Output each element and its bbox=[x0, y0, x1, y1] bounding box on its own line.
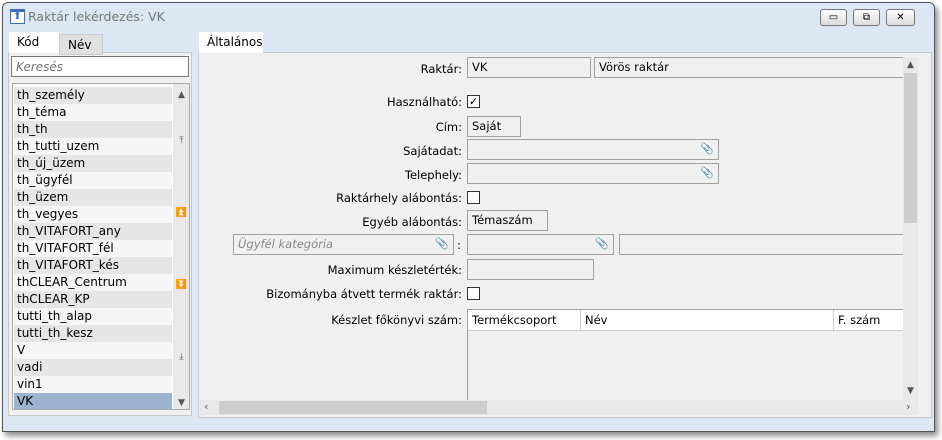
code-list: th_személy th_téma th_th th_tutti_uzem th_új… bbox=[12, 83, 190, 410]
minimize-button[interactable]: ▭ bbox=[820, 9, 847, 26]
list-item[interactable]: th_VITAFORT_any bbox=[14, 223, 172, 240]
colon: : bbox=[457, 238, 461, 252]
column-termekcsoport[interactable]: Termékcsoport bbox=[472, 313, 557, 327]
list-item[interactable]: th_ügyfél bbox=[14, 172, 172, 189]
raktarhely-label: Raktárhely alábontás: bbox=[336, 191, 462, 205]
ugyfel-code-field[interactable]: 📎 bbox=[467, 234, 614, 255]
fast-down-icon[interactable]: ⏬ bbox=[173, 280, 189, 290]
keszlet-label: Készlet főkönyvi szám: bbox=[331, 313, 462, 327]
list-item[interactable]: V bbox=[14, 342, 172, 359]
vertical-scrollbar[interactable]: ▲ ▼ bbox=[903, 57, 918, 400]
list-item[interactable]: vin1 bbox=[14, 376, 172, 393]
telephely-label: Telephely: bbox=[404, 168, 462, 182]
list-item[interactable]: vadi bbox=[14, 359, 172, 376]
list-item[interactable]: th_VITAFORT_fél bbox=[14, 240, 172, 257]
list-item[interactable]: th_téma bbox=[14, 104, 172, 121]
list-item[interactable]: th_üzem bbox=[14, 189, 172, 206]
egyeb-field[interactable]: Témaszám bbox=[467, 210, 548, 231]
list-item[interactable]: thCLEAR_Centrum bbox=[14, 274, 172, 291]
scroll-up-icon[interactable]: ▲ bbox=[173, 90, 189, 100]
sajatadat-label: Sajátadat: bbox=[403, 144, 462, 158]
search-input[interactable] bbox=[11, 56, 189, 77]
check-icon: ✓ bbox=[468, 95, 479, 108]
grid-header: Termékcsoport Név F. szám bbox=[468, 310, 903, 331]
raktar-name-field[interactable]: Vörös raktár bbox=[594, 57, 904, 78]
horizontal-scrollbar[interactable]: ‹ › bbox=[200, 400, 918, 415]
tab-nev[interactable]: Név bbox=[59, 34, 103, 55]
sajatadat-field[interactable]: 📎 bbox=[467, 139, 719, 160]
close-button[interactable]: ✕ bbox=[886, 9, 915, 26]
max-field[interactable] bbox=[467, 259, 594, 280]
scroll-right-icon[interactable]: › bbox=[906, 400, 910, 413]
page-down-icon[interactable]: ⤓ bbox=[173, 352, 189, 362]
hasznalhato-checkbox[interactable]: ✓ bbox=[467, 95, 480, 108]
window-title: Raktár lekérdezés: VK bbox=[28, 9, 165, 24]
list-scrollbar[interactable]: ▲ ⤒ ⏫ ⏬ ⤓ ▼ bbox=[173, 84, 189, 409]
scroll-thumb[interactable] bbox=[904, 73, 917, 223]
scroll-up-icon[interactable]: ▲ bbox=[902, 60, 919, 70]
ugyfel-name-field[interactable] bbox=[619, 234, 904, 255]
fast-up-icon[interactable]: ⏫ bbox=[173, 208, 189, 218]
list-item[interactable]: th_VITAFORT_kés bbox=[14, 257, 172, 274]
cim-label: Cím: bbox=[435, 120, 462, 134]
scroll-down-icon[interactable]: ▼ bbox=[902, 386, 919, 396]
paperclip-icon[interactable]: 📎 bbox=[595, 237, 609, 250]
list-item[interactable]: th_új_üzem bbox=[14, 155, 172, 172]
ugyfel-placeholder: Ügyfél kategória bbox=[238, 237, 334, 251]
scroll-left-icon[interactable]: ‹ bbox=[204, 400, 208, 413]
cim-field[interactable]: Saját bbox=[467, 116, 521, 137]
max-label: Maximum készletérték: bbox=[327, 263, 462, 277]
list-item[interactable]: thCLEAR_KP bbox=[14, 291, 172, 308]
hasznalhato-label: Használható: bbox=[386, 95, 462, 109]
column-nev[interactable]: Név bbox=[585, 313, 607, 327]
paperclip-icon[interactable]: 📎 bbox=[435, 237, 449, 250]
list-item[interactable]: th_tutti_uzem bbox=[14, 138, 172, 155]
egyeb-label: Egyéb alábontás: bbox=[362, 215, 462, 229]
list-item[interactable]: th_személy bbox=[14, 87, 172, 104]
restore-button[interactable]: ⧉ bbox=[853, 9, 880, 26]
list-item[interactable]: th_vegyes bbox=[14, 206, 172, 223]
list-item[interactable]: th_th bbox=[14, 121, 172, 138]
app-icon: ⬆ bbox=[10, 9, 25, 24]
paperclip-icon[interactable]: 📎 bbox=[700, 166, 714, 179]
raktar-label: Raktár: bbox=[420, 62, 462, 76]
raktar-code-field[interactable]: VK bbox=[467, 57, 591, 78]
scroll-down-icon[interactable]: ▼ bbox=[173, 398, 189, 408]
list-item[interactable]: VK bbox=[14, 393, 172, 409]
tab-altalanos[interactable]: Általános bbox=[199, 32, 263, 53]
raktarhely-checkbox[interactable] bbox=[467, 191, 480, 204]
page-up-icon[interactable]: ⤒ bbox=[173, 136, 189, 146]
column-f-szam[interactable]: F. szám bbox=[838, 313, 880, 327]
telephely-field[interactable]: 📎 bbox=[467, 163, 719, 184]
list-item[interactable]: tutti_th_alap bbox=[14, 308, 172, 325]
keszlet-grid: Termékcsoport Név F. szám bbox=[467, 309, 904, 401]
tab-kod[interactable]: Kód bbox=[9, 32, 59, 53]
paperclip-icon[interactable]: 📎 bbox=[700, 142, 714, 155]
scroll-thumb[interactable] bbox=[219, 401, 487, 414]
bizomany-label: Bizományba átvett termék raktár: bbox=[266, 287, 462, 301]
ugyfel-kategoria-field[interactable]: Ügyfél kategória 📎 bbox=[233, 234, 454, 255]
bizomany-checkbox[interactable] bbox=[467, 287, 480, 300]
list-item[interactable]: tutti_th_kesz bbox=[14, 325, 172, 342]
